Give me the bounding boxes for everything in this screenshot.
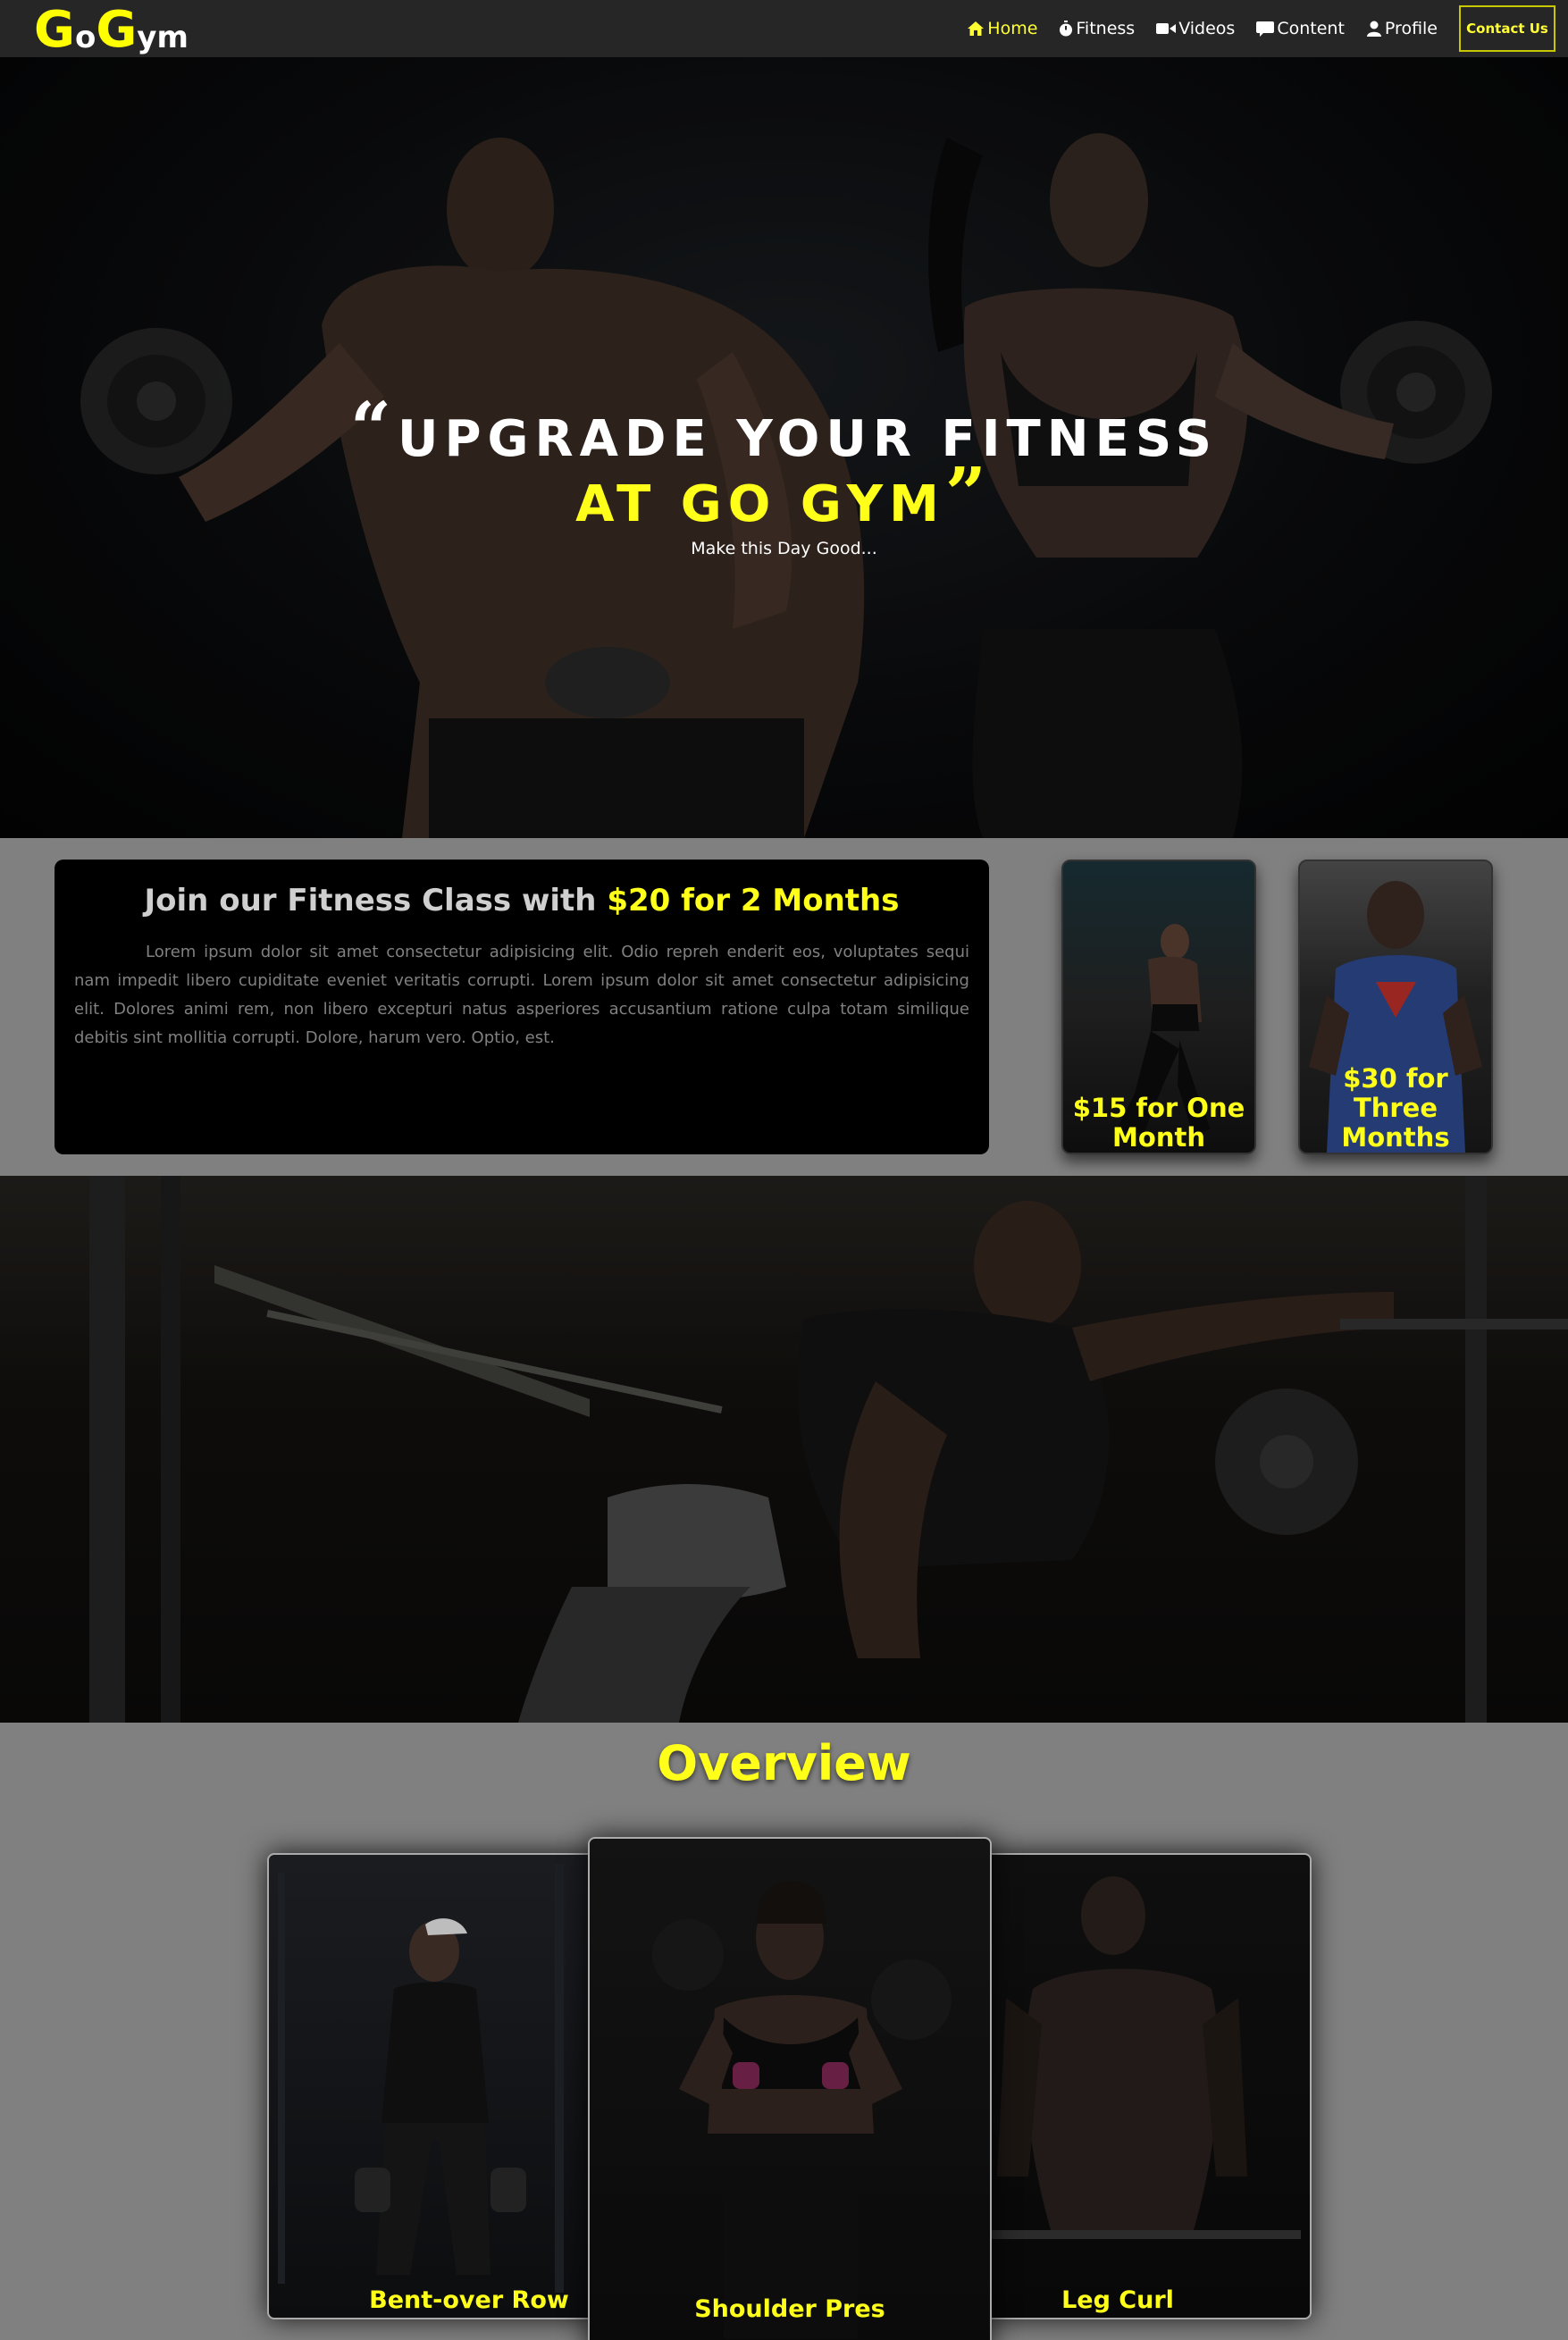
bent-over-row-image	[278, 1864, 564, 2293]
navbar: G o G ym Home Fitness Videos Content Pro…	[0, 0, 1568, 57]
overview-title: Overview	[657, 1735, 911, 1791]
nav-links: Home Fitness Videos Content Profile Cont…	[967, 0, 1563, 57]
leg-curl-image	[979, 1855, 1310, 2318]
hero-headline-text1: UPGRADE YOUR FITNESS	[398, 410, 1218, 468]
leg-curl-label: Leg Curl	[1061, 2286, 1174, 2314]
hero-section: “UPGRADE YOUR FITNESS AT GO GYM” Make th…	[0, 57, 1568, 838]
offer-title-highlight: $20 for 2 Months	[607, 883, 900, 918]
banner-athlete-image	[0, 1176, 1568, 1723]
nav-item-fitness-label: Fitness	[1076, 19, 1136, 38]
overview-section: Overview Bent-over Row Leg Curl Shoulder…	[0, 1723, 1568, 2340]
logo-letter-o: o	[74, 20, 96, 55]
hero-headline-line2: AT GO GYM”	[0, 457, 1568, 533]
offer-description: Lorem ipsum dolor sit amet consectetur a…	[74, 943, 969, 1047]
shoulder-press-image	[590, 1839, 990, 2340]
logo-letters-ym: ym	[137, 20, 189, 55]
nav-item-videos[interactable]: Videos	[1156, 19, 1235, 38]
plan-three-months-label: $30 for Three Months	[1341, 1063, 1450, 1153]
close-quote-icon: ”	[944, 451, 993, 535]
nav-item-profile-label: Profile	[1384, 19, 1438, 38]
nav-item-home-label: Home	[987, 19, 1038, 38]
nav-item-home[interactable]: Home	[967, 19, 1037, 38]
shoulder-press-label: Shoulder Pres	[694, 2295, 885, 2323]
nav-item-content-label: Content	[1277, 19, 1345, 38]
hero-headline-line1: “UPGRADE YOUR FITNESS	[0, 392, 1568, 468]
logo[interactable]: G o G ym	[34, 1, 189, 59]
logo-letter-g2: G	[96, 1, 138, 59]
offer-section: Join our Fitness Class with $20 for 2 Mo…	[0, 838, 1568, 1176]
nav-item-fitness[interactable]: Fitness	[1059, 19, 1135, 38]
hero-subtitle: Make this Day Good...	[691, 539, 877, 558]
exercise-card-shoulder-press[interactable]: Shoulder Pres	[588, 1837, 992, 2340]
bent-over-row-label: Bent-over Row	[369, 2286, 569, 2314]
comment-icon	[1256, 21, 1275, 37]
plan-one-month-label: $15 for One Month	[1072, 1093, 1245, 1153]
hero-headline-text2: AT GO GYM	[575, 475, 945, 533]
user-icon	[1366, 21, 1381, 37]
contact-us-button[interactable]: Contact Us	[1459, 5, 1555, 52]
home-icon	[968, 21, 985, 36]
nav-item-videos-label: Videos	[1178, 19, 1236, 38]
exercise-card-bent-over-row[interactable]: Bent-over Row	[267, 1853, 600, 2319]
video-camera-icon	[1156, 23, 1177, 34]
exercise-card-leg-curl[interactable]: Leg Curl	[977, 1853, 1312, 2319]
open-quote-icon: “	[350, 386, 398, 470]
logo-letter-g: G	[34, 1, 75, 59]
gym-banner-image	[0, 1176, 1568, 1723]
offer-card: Join our Fitness Class with $20 for 2 Mo…	[55, 860, 989, 1154]
offer-title: Join our Fitness Class with $20 for 2 Mo…	[55, 883, 989, 918]
nav-item-profile[interactable]: Profile	[1366, 19, 1438, 38]
plan-card-one-month[interactable]: $15 for One Month	[1061, 860, 1256, 1154]
plan-card-three-months[interactable]: $30 for Three Months	[1298, 860, 1493, 1154]
nav-item-content[interactable]: Content	[1256, 19, 1345, 38]
stopwatch-icon	[1060, 21, 1073, 37]
offer-title-prefix: Join our Fitness Class with	[144, 883, 608, 918]
hero-text: “UPGRADE YOUR FITNESS AT GO GYM” Make th…	[0, 392, 1568, 558]
